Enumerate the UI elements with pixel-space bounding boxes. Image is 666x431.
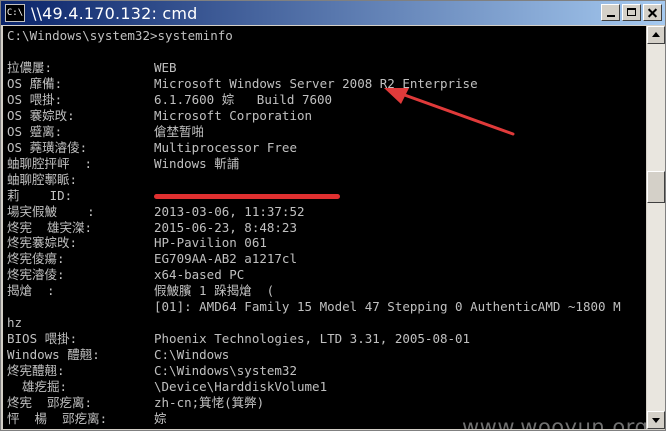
console-output[interactable]: C:\Windows\system32>systeminfo 拉儂屢: WEB OS… [3, 26, 646, 429]
arrow-shaft [397, 91, 515, 136]
arrow-up-icon[interactable] [647, 26, 665, 44]
watermark: www.wooyun.org [462, 415, 646, 429]
maximize-icon[interactable] [622, 4, 641, 21]
window-title: \\49.4.170.132: cmd [31, 3, 198, 23]
vertical-scrollbar[interactable] [647, 26, 665, 429]
cmd-window: C:\ \\49.4.170.132: cmd C:\Windows\syste… [0, 0, 666, 431]
scrollbar-thumb[interactable] [647, 171, 665, 203]
annotation-arrow [384, 88, 515, 136]
arrow-down-icon[interactable] [647, 411, 665, 429]
title-bar[interactable]: C:\ \\49.4.170.132: cmd [1, 1, 665, 25]
cmd-app-icon[interactable]: C:\ [5, 4, 25, 22]
close-icon[interactable] [643, 4, 662, 21]
minimize-icon[interactable] [601, 4, 620, 21]
window-controls [601, 4, 662, 21]
